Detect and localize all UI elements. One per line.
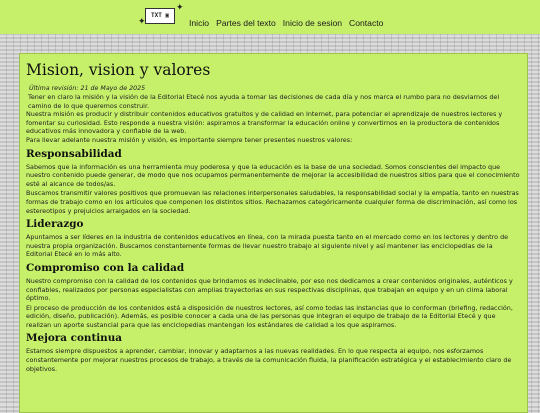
section-compromiso-calidad: Compromiso con la calidad Nuestro compro…: [26, 262, 521, 330]
nav-link-contacto[interactable]: Contacto: [349, 18, 383, 28]
section-responsabilidad: Responsabilidad Sabemos que la informaci…: [26, 148, 521, 216]
intro-paragraph: Nuestra misión es producir y distribuir …: [26, 110, 503, 136]
site-logo[interactable]: TXT ▣: [145, 8, 175, 24]
section-paragraph: Buscamos transmitir valores positivos qu…: [26, 189, 519, 215]
section-paragraph: Sabemos que la información es una herram…: [26, 162, 520, 188]
section-heading: Responsabilidad: [26, 147, 122, 160]
section-heading: Mejora continua: [26, 332, 123, 345]
section-paragraph: Estamos siempre dispuestos a aprender, c…: [26, 347, 512, 373]
page-title: Mision, vision y valores: [26, 61, 211, 79]
nav-link-inicio-de-sesion[interactable]: Inicio de sesion: [283, 18, 342, 28]
main-nav: Inicio Partes del texto Inicio de sesion…: [189, 11, 390, 30]
top-navigation-bar: ✦ TXT ▣ ✦ Inicio Partes del texto Inicio…: [0, 0, 540, 34]
section-paragraph: El proceso de producción de los contenid…: [26, 303, 513, 329]
section-paragraph: Nuestro compromiso con la calidad de los…: [26, 276, 513, 303]
intro-paragraph: Para llevar adelante nuestra misión y vi…: [26, 135, 353, 144]
nav-link-partes-del-texto[interactable]: Partes del texto: [216, 18, 276, 28]
sparkle-icon: ✦: [176, 3, 184, 13]
revision-date: Última revisión: 21 de Mayo de 2025: [29, 85, 146, 92]
section-heading: Compromiso con la calidad: [26, 261, 185, 274]
intro-paragraph: Tener en claro la misión y la visión de …: [28, 93, 500, 110]
section-liderazgo: Liderazgo Apuntamos a ser líderes en la …: [26, 218, 521, 259]
section-mejora-continua: Mejora continua Estamos siempre dispuest…: [26, 332, 521, 373]
nav-link-inicio[interactable]: Inicio: [189, 18, 209, 28]
section-paragraph: Apuntamos a ser líderes en la industria …: [26, 233, 509, 259]
content-card: Mision, vision y valores Última revisión…: [19, 53, 528, 413]
section-heading: Liderazgo: [26, 218, 84, 231]
